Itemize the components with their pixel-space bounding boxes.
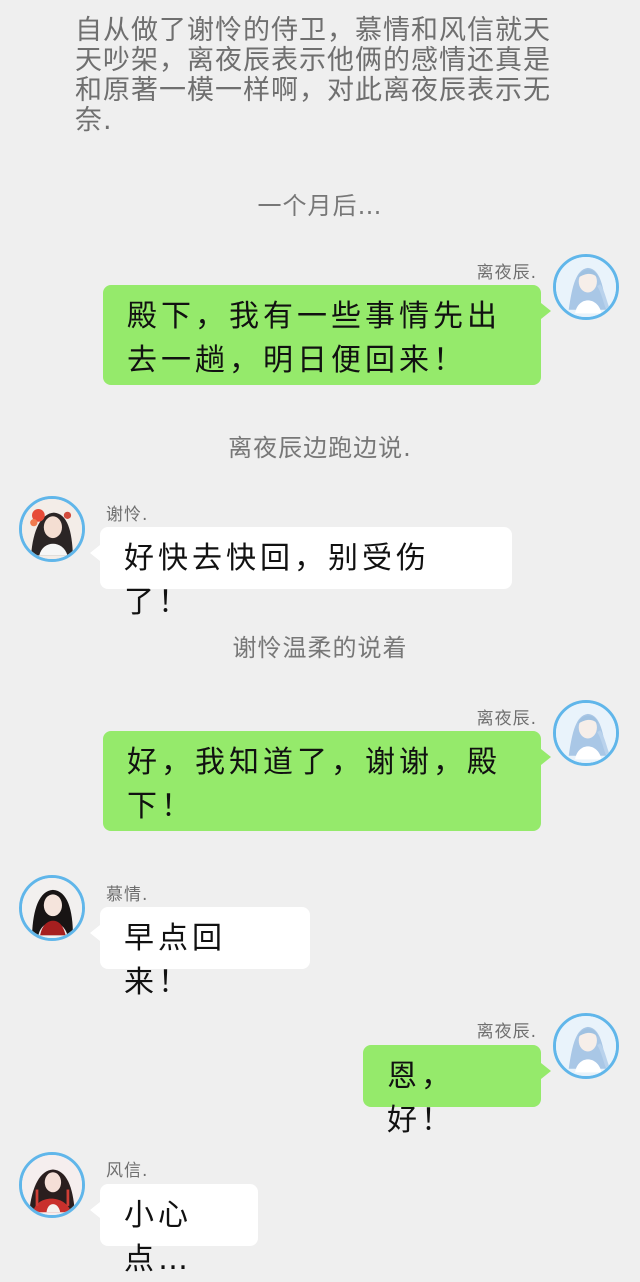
running-speech-note: 离夜辰边跑边说. — [228, 434, 412, 462]
long-hair-avatar-icon — [556, 703, 616, 763]
avatar-mu-qing[interactable] — [19, 875, 85, 941]
speaker-name-li-ye-chen: 离夜辰. — [476, 1022, 537, 1042]
red-robe-avatar-icon — [22, 1155, 82, 1215]
avatar-xie-lian[interactable] — [19, 496, 85, 562]
speaker-name-li-ye-chen: 离夜辰. — [476, 709, 537, 729]
speaker-name-mu-qing: 慕情. — [106, 885, 149, 905]
avatar-li-ye-chen-1[interactable] — [553, 254, 619, 320]
message-bubble-sent[interactable]: 恩，好！ — [363, 1045, 551, 1138]
message-bubble-sent[interactable]: 殿下，我有一些事情先出去一趟，明日便回来！ — [103, 285, 551, 385]
avatar-feng-xin[interactable] — [19, 1152, 85, 1218]
story-intro-text: 自从做了谢怜的侍卫，慕情和风信就天天吵架，离夜辰表示他俩的感情还真是和原著一模一… — [75, 15, 551, 136]
gentle-speech-note: 谢怜温柔的说着 — [232, 634, 408, 662]
long-hair-avatar-icon — [556, 257, 616, 317]
message-bubble-sent[interactable]: 好，我知道了，谢谢，殿下！ — [103, 731, 551, 831]
speaker-name-xie-lian: 谢怜. — [106, 505, 149, 525]
message-bubble-received[interactable]: 小心点… — [90, 1184, 258, 1277]
avatar-li-ye-chen-3[interactable] — [553, 1013, 619, 1079]
time-transition-note: 一个月后… — [257, 192, 383, 220]
speaker-name-li-ye-chen: 离夜辰. — [476, 263, 537, 283]
flower-avatar-icon — [22, 499, 82, 559]
message-bubble-received[interactable]: 好快去快回，别受伤了！ — [90, 527, 512, 620]
message-bubble-received[interactable]: 早点回来！ — [90, 907, 310, 1000]
long-hair-avatar-icon — [556, 1016, 616, 1076]
speaker-name-feng-xin: 风信. — [106, 1161, 149, 1181]
avatar-li-ye-chen-2[interactable] — [553, 700, 619, 766]
dark-hair-avatar-icon — [22, 878, 82, 938]
